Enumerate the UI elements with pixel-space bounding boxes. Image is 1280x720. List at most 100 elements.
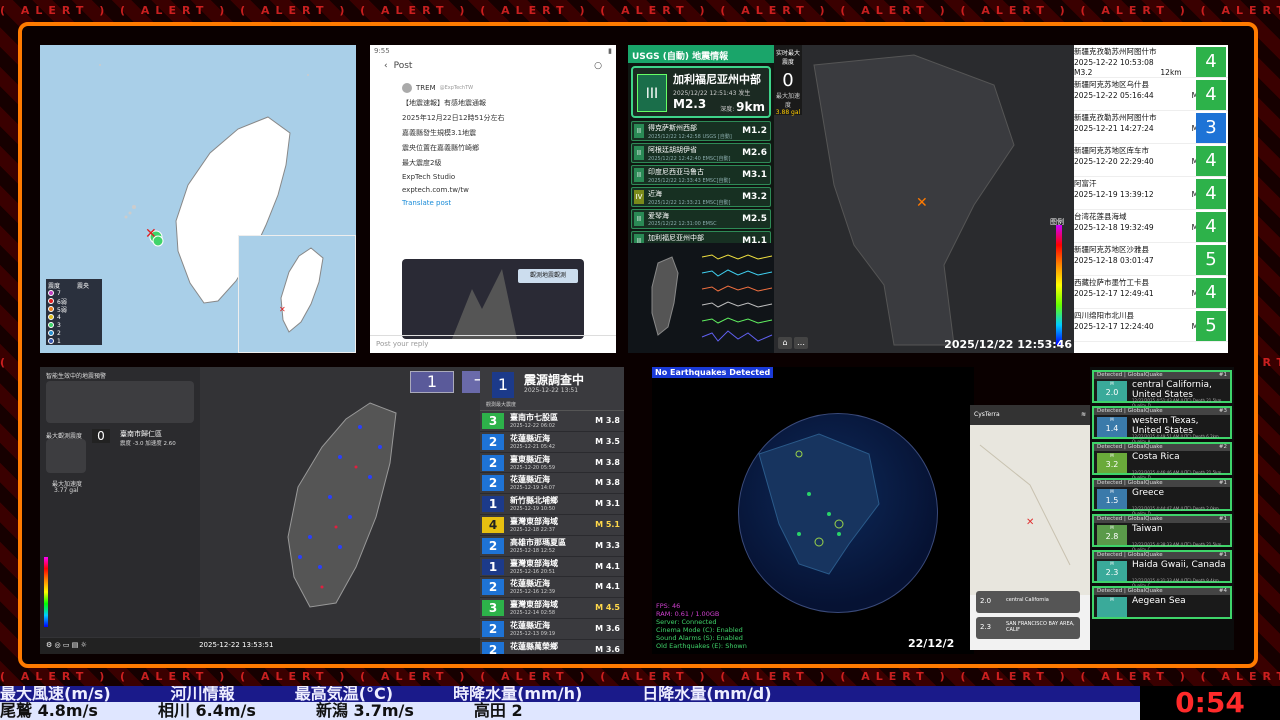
app-card-2-place: SAN FRANCISCO BAY AREA, CALIF: [1006, 621, 1075, 633]
tw-row[interactable]: 4 臺灣東部海域 2025-12-18 22:37 M 5.1: [480, 515, 624, 536]
tw-row[interactable]: 2 花蓮縣近海 2025-12-16 12:39 M 4.1: [480, 577, 624, 599]
pga-label: 实时最大震度: [775, 50, 800, 66]
gq-card[interactable]: Detected | GlobalQuake #2 M 3.2 Costa Rica 12…: [1092, 442, 1232, 480]
gq-card[interactable]: Detected | GlobalQuake #1 M 2.3 Haida Gwaii,…: [1092, 550, 1232, 588]
usgs-main-magnitude: M2.3: [673, 97, 707, 111]
usgs-row[interactable]: II加利福尼亚州中部2025/12/22 12:32:25 USGS [自動]M…: [631, 231, 771, 243]
post-author[interactable]: TREM @ExpTechTW: [402, 83, 616, 93]
gq-card-header: Detected | GlobalQuake #1: [1094, 372, 1230, 379]
legend-level: 1: [57, 337, 61, 345]
tw-row-intensity: 1: [482, 496, 504, 513]
tw-row[interactable]: 1 新竹縣北埔鄉 2025-12-19 10:50 M 3.1: [480, 494, 624, 515]
globe[interactable]: [738, 413, 938, 613]
tw-row[interactable]: 1 臺灣東部海域 2025-12-16 20:51 M 4.1: [480, 557, 624, 578]
list-row[interactable]: 新疆阿克苏地区乌什县2025-12-22 05:16:44M4.24: [1074, 78, 1228, 111]
tw-row-mag: M 3.8: [595, 416, 620, 425]
list-row[interactable]: 台湾花莲县海域2025-12-18 19:32:49M4.14: [1074, 210, 1228, 243]
tw-row[interactable]: 2 花蓮縣近海 2025-12-19 14:07 M 3.8: [480, 473, 624, 495]
gq-mag: M 2.8: [1097, 525, 1127, 545]
tw-row-date: 2025-12-13 09:19: [510, 630, 556, 637]
app-card-1[interactable]: 2.0 central California: [976, 591, 1080, 613]
tw-row[interactable]: 2 高雄市那瑪夏區 2025-12-18 12:52 M 3.3: [480, 536, 624, 557]
tw-row-date: 2025-12-16 12:39: [510, 589, 556, 596]
social-post-panel[interactable]: 9:55 ▮ ‹ Post ○ TREM @ExpTechTW 【地震速報】有感地震通…: [370, 45, 616, 353]
target-icon[interactable]: ◎: [55, 641, 61, 649]
gq-card[interactable]: Detected | GlobalQuake #4 M Aegean Sea: [1092, 586, 1232, 619]
layers-icon[interactable]: ▭: [63, 641, 70, 649]
tw-row-location: 臺灣東部海域: [510, 516, 558, 526]
reply-input[interactable]: Post your reply: [370, 335, 616, 353]
tw-report-header[interactable]: 1 震源調查中 2025-12-22 13:51 觀測最大震度: [480, 367, 624, 411]
tw-row-mag: M 3.3: [595, 540, 620, 550]
gq-mag: M 1.5: [1097, 489, 1127, 509]
list-row[interactable]: 四川绵阳市北川县2025-12-17 12:24:40M3.75: [1074, 309, 1228, 342]
tw-row-location: 臺南市七股區: [510, 413, 558, 422]
ticker-bottom-item: 高田 2: [473, 702, 523, 720]
tw-row[interactable]: 2 花蓮縣萬榮鄉 M 3.6: [480, 640, 624, 654]
app-map[interactable]: ✕: [970, 425, 1090, 595]
tw-row[interactable]: 3 臺灣東部海域 2025-12-14 02:58 M 4.5: [480, 598, 624, 619]
list-row[interactable]: 新疆克孜勒苏州阿图什市 2025-12-22 10:53:08 M3.2 12km 4: [1074, 45, 1228, 78]
world-map-panel[interactable]: ✕ 实时最大震度 0 最大加速度 3.88 gal 图例 ⌂ … 2025/12…: [774, 45, 1074, 353]
usgs-panel[interactable]: USGS (自動) 地震情報 III 加利福尼亚州中部 2025/12/22 1…: [628, 45, 774, 243]
back-arrow-icon[interactable]: ‹: [384, 61, 388, 73]
more-icon[interactable]: …: [794, 337, 808, 349]
tw-row[interactable]: 3 臺南市七股區 2025-12-22 06:02 M 3.8: [480, 411, 624, 432]
globe-stat-line: RAM: 0.61 / 1.00GB: [656, 610, 720, 618]
gq-rank: #1: [1218, 516, 1227, 522]
usgs-main-intensity: III: [637, 74, 667, 112]
tw-row-date: 2025-12-16 20:51: [510, 568, 556, 575]
translate-link[interactable]: Translate post: [402, 199, 616, 207]
tw-report-list[interactable]: 1 震源調查中 2025-12-22 13:51 觀測最大震度 3 臺南市七股區 2…: [480, 367, 624, 654]
legend-level: 4: [57, 313, 61, 321]
gq-card[interactable]: Detected | GlobalQuake #1 M 1.5 Greece 12/22/…: [1092, 478, 1232, 516]
taiwan-realtime-panel[interactable]: 智能生效中的地震預警 最大觀測震度 0 臺南市歸仁區 震度 -3.0 加速度 2…: [40, 367, 624, 654]
waveform-panel[interactable]: [628, 243, 774, 353]
avatar[interactable]: [402, 83, 412, 93]
list-row-location: 四川绵阳市北川县: [1074, 311, 1134, 320]
usgs-row[interactable]: IV 近海 2025/12/22 12:33:21 EMSC[自動] M3.2: [631, 187, 771, 207]
tw-row-location: 花蓮縣近海: [510, 579, 550, 589]
legend-epicenter-header: 震央: [77, 282, 90, 290]
ticker-top-item: 日降水量(mm/d): [642, 686, 772, 702]
gq-location: western Texas,: [1132, 416, 1199, 426]
post-handle: TREM: [416, 84, 436, 92]
usgs-row-date: 2025/12/22 12:33:21 EMSC[自動]: [648, 200, 731, 206]
home-icon[interactable]: ⌂: [778, 337, 792, 349]
usgs-row[interactable]: II 得克萨斯州西部 2025/12/22 12:42:58 USGS [自動] M1…: [631, 121, 771, 141]
tw-row[interactable]: 2 花蓮縣近海 2025-12-13 09:19 M 3.6: [480, 619, 624, 640]
list-row[interactable]: 阿富汗2025-12-19 13:39:12M5.24: [1074, 177, 1228, 210]
list-row[interactable]: 新疆阿克苏地区沙雅县2025-12-18 03:01:47M45: [1074, 243, 1228, 276]
taiwan-intensity-map[interactable]: ✕ ✕ 震度 震央 7 6弱 5弱 4 3 2 1: [40, 45, 356, 353]
gq-card[interactable]: Detected | GlobalQuake #1 M 2.8 Taiwan 12/22/…: [1092, 514, 1232, 552]
tw-row[interactable]: 2 臺東縣近海 2025-12-20 05:59 M 3.8: [480, 453, 624, 474]
post-image[interactable]: 觀測地震觀測: [402, 259, 584, 339]
globalquake-globe-panel[interactable]: No Earthquakes Detected FPS: 46 RAM: 0.61…: [652, 367, 974, 654]
pga-unit: 最大加速度: [775, 93, 800, 109]
china-eq-list[interactable]: 新疆克孜勒苏州阿图什市 2025-12-22 10:53:08 M3.2 12km 4 新…: [1074, 45, 1228, 353]
settings-icon[interactable]: ⚙: [46, 641, 52, 649]
chart-icon[interactable]: ▤: [72, 641, 79, 649]
gq-source: Detected | GlobalQuake: [1097, 552, 1163, 558]
usgs-row[interactable]: II 阿根廷胡胡伊省 2025/12/22 12:42:40 EMSC[自動] M2.…: [631, 143, 771, 163]
gq-card[interactable]: Detected | GlobalQuake #3 M 1.4 western Texa…: [1092, 406, 1232, 444]
gq-card[interactable]: Detected | GlobalQuake #1 M 2.0 central Cali…: [1092, 370, 1232, 408]
tw-row[interactable]: 2 花蓮縣近海 2025-12-21 05:42 M 3.5: [480, 432, 624, 453]
usgs-main-event[interactable]: III 加利福尼亚州中部 2025/12/22 12:51:43 发生 M2.3…: [631, 66, 771, 118]
pga-gal: 3.88 gal: [775, 109, 801, 116]
pga-box: 实时最大震度 0 最大加速度 3.88 gal: [774, 45, 802, 116]
sun-icon[interactable]: ☼: [81, 641, 87, 649]
app-card-2[interactable]: 2.3 SAN FRANCISCO BAY AREA, CALIF: [976, 617, 1080, 639]
usgs-row[interactable]: II 印度尼西亚马鲁古 2025/12/22 12:33:43 EMSC[自動] M3…: [631, 165, 771, 185]
gq-mag-value: 2.3: [1105, 568, 1119, 577]
cysterra-app-panel[interactable]: CysTerra ≋ ✕ 2.0 central California 2.3 S…: [970, 405, 1090, 650]
list-row-location: 新疆阿克苏地区库车市: [1074, 146, 1149, 155]
tw-row-intensity: 3: [482, 600, 504, 617]
globalquake-detections[interactable]: Detected | GlobalQuake #1 M 2.0 central Cali…: [1090, 367, 1234, 650]
usgs-row[interactable]: II 爱琴海 2025/12/22 12:31:00 EMSC M2.5: [631, 209, 771, 229]
list-row-location: 新疆克孜勒苏州阿图什市: [1074, 113, 1157, 122]
tw-row-mag: M 3.6: [595, 644, 620, 654]
list-row[interactable]: 新疆克孜勒苏州阿图什市2025-12-21 14:27:24M3.13: [1074, 111, 1228, 144]
list-row[interactable]: 新疆阿克苏地区库车市2025-12-20 22:29:40M3.64: [1074, 144, 1228, 177]
list-row[interactable]: 西藏拉萨市墨竹工卡县2025-12-17 12:49:41M3.24: [1074, 276, 1228, 309]
